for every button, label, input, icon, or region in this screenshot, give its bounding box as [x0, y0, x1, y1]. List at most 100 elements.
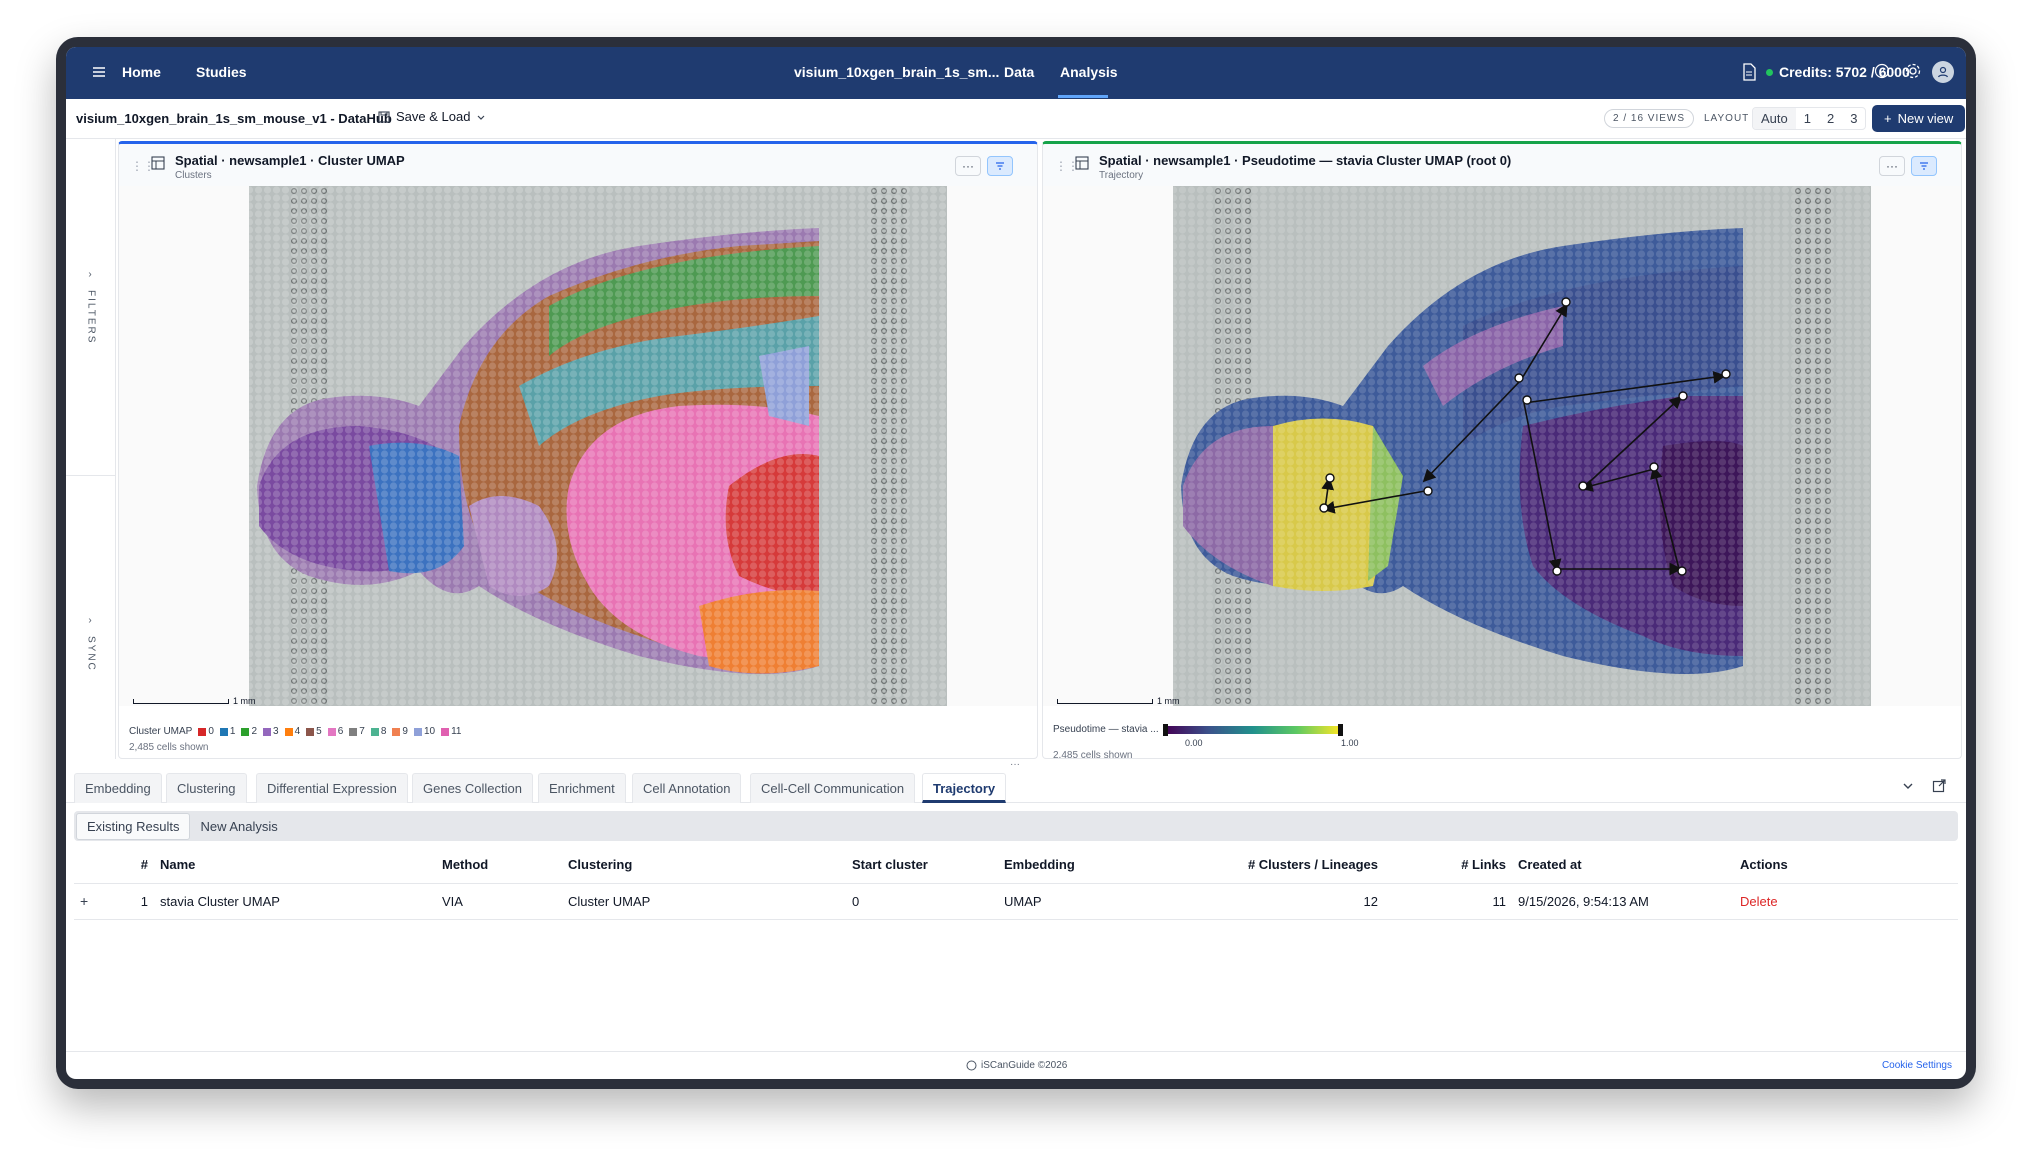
legend-item-1[interactable]: 1: [219, 726, 235, 737]
avatar[interactable]: [1932, 61, 1954, 83]
side-rail: › FILTERS › SYNC: [66, 139, 116, 759]
legend-item-2[interactable]: 2: [241, 726, 257, 737]
top-nav: Home Studies visium_10xgen_brain_1s_sm..…: [66, 47, 1966, 99]
sync-toggle[interactable]: › SYNC: [66, 615, 116, 672]
layout-option-1[interactable]: 1: [1796, 108, 1819, 129]
legend-label: 9: [402, 726, 408, 737]
tab-clustering[interactable]: Clustering: [166, 773, 247, 803]
nav-studies[interactable]: Studies: [196, 64, 247, 80]
legend-item-8[interactable]: 8: [370, 726, 386, 737]
legend-items: 0 1 2 3 4 5 6 7 8 9 10 11: [198, 726, 462, 737]
subtab-existing-results[interactable]: Existing Results: [76, 812, 191, 840]
row-clusters: 12: [1214, 883, 1384, 920]
legend-item-4[interactable]: 4: [284, 726, 300, 737]
layout-option-3[interactable]: 3: [1842, 108, 1865, 129]
filters-toggle[interactable]: › FILTERS: [66, 269, 116, 344]
panel-subtitle: Clusters: [175, 170, 212, 181]
layout-label: LAYOUT: [1704, 113, 1750, 124]
more-options-button[interactable]: ···: [955, 156, 981, 176]
legend-item-10[interactable]: 10: [413, 726, 435, 737]
tab-cell-annotation[interactable]: Cell Annotation: [632, 773, 742, 803]
expand-row-button[interactable]: +: [74, 883, 114, 920]
row-index: 1: [114, 883, 154, 920]
col-index: #: [114, 847, 154, 884]
app-screen: Home Studies visium_10xgen_brain_1s_sm..…: [66, 47, 1966, 1079]
active-nav-indicator: [1058, 95, 1108, 98]
nav-home[interactable]: Home: [122, 64, 161, 80]
scale-bar-line: [133, 698, 229, 704]
legend-item-7[interactable]: 7: [349, 726, 365, 737]
col-links: # Links: [1384, 847, 1512, 884]
legend-item-3[interactable]: 3: [263, 726, 279, 737]
row-links: 11: [1384, 883, 1512, 920]
chevron-down-icon[interactable]: [1902, 781, 1914, 791]
gear-icon[interactable]: [1904, 62, 1922, 80]
save-icon: [378, 110, 390, 123]
spatial-cluster-panel: ⋮⋮ Spatial · newsample1 · Cluster UMAP C…: [118, 141, 1038, 759]
legend-swatch: [413, 727, 422, 736]
tissue-image: [1173, 186, 1871, 706]
chevron-right-icon: ›: [88, 615, 94, 626]
filters-label: FILTERS: [85, 290, 97, 345]
tab-cell-cell-communication[interactable]: Cell-Cell Communication: [750, 773, 916, 803]
legend-item-6[interactable]: 6: [327, 726, 343, 737]
legend-swatch: [392, 727, 401, 736]
subtab-new-analysis[interactable]: New Analysis: [190, 814, 287, 839]
copyright-logo-icon: [966, 1060, 977, 1071]
menu-icon[interactable]: [90, 63, 108, 81]
legend-swatch: [263, 727, 272, 736]
delete-button[interactable]: Delete: [1734, 883, 1958, 920]
nav-data[interactable]: Data: [1004, 64, 1034, 80]
filter-button[interactable]: [987, 156, 1013, 176]
tab-trajectory[interactable]: Trajectory: [922, 773, 1007, 803]
col-expand: [74, 847, 114, 884]
tissue-image: [249, 186, 947, 706]
nav-analysis[interactable]: Analysis: [1060, 64, 1118, 80]
filter-icon: [1920, 162, 1928, 170]
tab-genes-collection[interactable]: Genes Collection: [412, 773, 533, 803]
panel-header: ⋮⋮ Spatial · newsample1 · Cluster UMAP C…: [119, 144, 1037, 186]
sync-label: SYNC: [85, 636, 97, 672]
pseudotime-legend: Pseudotime — stavia ...: [1053, 723, 1343, 736]
cells-count: 2,485 cells shown: [129, 742, 209, 753]
tab-differential-expression[interactable]: Differential Expression: [256, 773, 408, 803]
filter-button[interactable]: [1911, 156, 1937, 176]
layout-option-2[interactable]: 2: [1819, 108, 1842, 129]
row-embedding: UMAP: [998, 883, 1214, 920]
svg-text:?: ?: [1879, 67, 1884, 77]
document-icon[interactable]: [1742, 63, 1756, 81]
save-load-button[interactable]: Save & Load: [378, 109, 486, 124]
new-view-button[interactable]: + New view: [1872, 105, 1966, 132]
legend-swatch: [241, 727, 250, 736]
legend-item-9[interactable]: 9: [392, 726, 408, 737]
spatial-plot[interactable]: [119, 186, 1037, 706]
filter-icon: [996, 162, 1004, 170]
legend-swatch: [349, 727, 358, 736]
scale-bar-label: 1 mm: [1157, 696, 1180, 706]
more-options-button[interactable]: ···: [1879, 156, 1905, 176]
scale-bar-line: [1057, 698, 1153, 704]
row-clustering: Cluster UMAP: [562, 883, 846, 920]
legend-item-11[interactable]: 11: [441, 726, 462, 737]
plus-icon: +: [1884, 111, 1892, 126]
table-row: + 1 stavia Cluster UMAP VIA Cluster UMAP…: [74, 883, 1958, 920]
panel-title: Spatial · newsample1 · Pseudotime — stav…: [1099, 153, 1512, 168]
layout-option-auto[interactable]: Auto: [1753, 108, 1796, 129]
tab-embedding[interactable]: Embedding: [74, 773, 162, 803]
table-header-row: # Name Method Clustering Start cluster E…: [74, 847, 1958, 884]
legend-swatch: [327, 727, 336, 736]
legend-swatch: [370, 727, 379, 736]
legend-item-5[interactable]: 5: [306, 726, 322, 737]
tab-enrichment[interactable]: Enrichment: [538, 773, 626, 803]
legend-swatch: [219, 727, 228, 736]
analysis-tabs: Embedding Clustering Differential Expres…: [66, 767, 1966, 803]
legend-item-0[interactable]: 0: [198, 726, 214, 737]
nav-study[interactable]: visium_10xgen_brain_1s_sm...: [794, 64, 999, 80]
legend-title: Pseudotime — stavia ...: [1053, 724, 1159, 735]
cookie-settings-link[interactable]: Cookie Settings: [1882, 1060, 1952, 1071]
external-link-icon[interactable]: [1932, 779, 1946, 793]
views-badge: 2 / 16 VIEWS: [1604, 109, 1695, 128]
panel-title: Spatial · newsample1 · Cluster UMAP: [175, 153, 405, 168]
help-icon[interactable]: ?: [1874, 63, 1890, 79]
trajectory-plot[interactable]: [1043, 186, 1961, 706]
